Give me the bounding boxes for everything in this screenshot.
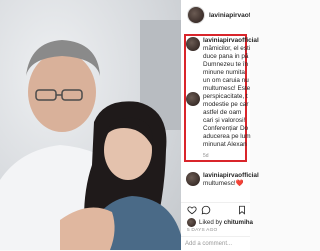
post-header: laviniapirvaofficial xyxy=(181,0,250,31)
comment-avatar[interactable] xyxy=(186,37,200,51)
comment-line: mămicilor, el ești xyxy=(203,45,251,52)
instagram-post: laviniapirvaofficial laviniapirvaofficia… xyxy=(0,0,259,251)
heart-icon[interactable] xyxy=(187,205,197,215)
add-comment-input[interactable]: Add a comment... xyxy=(181,236,250,250)
comment-username[interactable]: laviniapirvaofficial xyxy=(203,37,259,45)
post-age: 5 DAYS AGO xyxy=(187,228,218,233)
likes-summary[interactable]: Liked by chitumiha xyxy=(199,219,253,226)
comment-line: duce pana in pă xyxy=(203,53,249,60)
likes-prefix: Liked by xyxy=(199,219,223,226)
comment-line: astfel de oam xyxy=(203,109,242,116)
comment-line: Conferențiar Do xyxy=(203,125,249,132)
comment-line: un om caruia nu xyxy=(203,77,249,84)
comment-line: cari și valorosi! xyxy=(203,117,246,124)
photo-people-illustration xyxy=(0,40,181,250)
liked-by-user[interactable]: chitumiha xyxy=(224,219,253,226)
header-username[interactable]: laviniapirvaofficial xyxy=(209,12,250,19)
comment-avatar[interactable] xyxy=(186,172,200,186)
comment-line: minune numita xyxy=(203,69,245,76)
avatar[interactable] xyxy=(187,6,205,24)
comment-line: perspicacitate, t xyxy=(203,93,248,100)
liker-avatar xyxy=(187,218,196,227)
comment-line: aducerea pe lum xyxy=(203,133,251,140)
comment-line: minunat Alexan xyxy=(203,141,247,148)
comment-time: 5d xyxy=(203,153,209,159)
bookmark-icon[interactable] xyxy=(237,205,247,215)
comment-line: multumesc! Este xyxy=(203,85,251,92)
comment-line: Dumnezeu te în xyxy=(203,61,249,68)
comment-avatar[interactable] xyxy=(186,92,200,106)
comment-icon[interactable] xyxy=(201,205,211,215)
comment-text: multumesc!❤️ xyxy=(203,180,244,187)
comment-username[interactable]: laviniapirvaofficial xyxy=(203,172,259,180)
post-photo[interactable] xyxy=(0,0,181,250)
comment-line: modestie pe car xyxy=(203,101,249,108)
